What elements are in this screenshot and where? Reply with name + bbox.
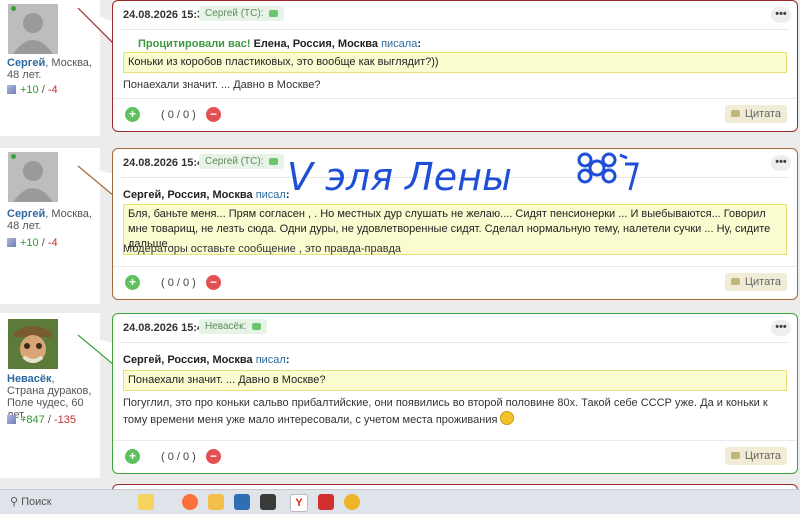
author-tag[interactable]: Сергей (ТС): — [199, 154, 285, 169]
speech-pointer — [77, 165, 115, 198]
karma-plus: +10 — [20, 84, 39, 96]
post-body: Погуглил, это про коньки сальво прибалти… — [123, 397, 768, 426]
vote-up-button[interactable]: + — [125, 107, 140, 122]
mail-icon[interactable] — [234, 494, 250, 510]
divider — [121, 29, 789, 30]
quote-verb: писал — [255, 189, 286, 201]
quote-block: Коньки из коробов пластиковых, это вообщ… — [123, 52, 787, 73]
karma-icon — [7, 415, 16, 424]
post-footer: + ( 0 / 0 ) − Цитата — [113, 440, 797, 473]
search-icon: ⚲ — [10, 496, 22, 508]
quote-button[interactable]: Цитата — [724, 447, 787, 465]
speech-pointer — [77, 334, 115, 367]
quote-verb: писала — [381, 38, 418, 50]
username-block: Сергей, Москва, 48 лет. — [7, 57, 93, 81]
quote-button-label: Цитата — [744, 276, 781, 288]
post-date: 24.08.2026 15:43 — [123, 157, 210, 169]
speech-pointer — [77, 7, 115, 46]
taskbar-search[interactable]: ⚲ Поиск — [4, 492, 124, 512]
divider — [121, 342, 789, 343]
vote-up-button[interactable]: + — [125, 449, 140, 464]
karma-plus: +10 — [20, 237, 39, 249]
quote-icon — [730, 278, 740, 285]
karma: +10 / -4 — [7, 84, 58, 96]
handwriting-overlay: V эля Лены — [287, 152, 639, 199]
author-tag[interactable]: Сергей (ТС): — [199, 6, 285, 21]
karma-icon — [7, 85, 16, 94]
taskbar-search-label: Поиск — [21, 496, 52, 508]
karma-plus: +847 — [20, 414, 45, 426]
author-tag-label: Невасёк: — [205, 321, 247, 332]
vote-down-button[interactable]: − — [206, 275, 221, 290]
post-1: Сергей, Москва, 48 лет. +10 / -4 24.08.2… — [0, 0, 800, 136]
app-icon[interactable] — [260, 494, 276, 510]
smiley-icon — [500, 411, 515, 425]
quote-verb: писал — [255, 354, 286, 366]
firefox-icon[interactable] — [182, 494, 198, 510]
message-icon — [269, 158, 279, 165]
post-date: 24.08.2026 15:45 — [123, 322, 210, 334]
vote-score: ( 0 / 0 ) — [161, 277, 196, 289]
vote-score: ( 0 / 0 ) — [161, 109, 196, 121]
karma-separator: / — [44, 414, 54, 426]
karma: +847 / -135 — [7, 414, 76, 426]
more-options-button[interactable]: ••• — [771, 320, 791, 336]
handwritten-text: V эля Лены — [287, 155, 512, 199]
post-date: 24.08.2026 15:32 — [123, 9, 210, 21]
quote-colon: : — [417, 38, 422, 50]
quote-block: Понаехали значит. ... Давно в Москве? — [123, 370, 787, 391]
author-tag[interactable]: Невасёк: — [199, 319, 268, 334]
karma-separator: / — [38, 237, 48, 249]
post-footer: + ( 0 / 0 ) − Цитата — [113, 266, 797, 299]
post-body: Понаехали значит. ... Давно в Москве? — [123, 79, 321, 91]
taskbar: ⚲ Поиск Y — [0, 489, 800, 514]
quote-button[interactable]: Цитата — [724, 273, 787, 291]
quote-button-label: Цитата — [744, 450, 781, 462]
quote-header: Сергей, Россия, Москва писал: — [123, 189, 290, 201]
quote-button-label: Цитата — [744, 108, 781, 120]
vote-up-button[interactable]: + — [125, 275, 140, 290]
vote-down-button[interactable]: − — [206, 107, 221, 122]
post-body-wrap: Погуглил, это про коньки сальво прибалти… — [123, 396, 787, 428]
more-options-button[interactable]: ••• — [771, 7, 791, 23]
chrome-icon[interactable] — [344, 494, 360, 510]
post-box: 24.08.2026 15:32 Сергей (ТС): ••• Процит… — [112, 0, 798, 132]
karma: +10 / -4 — [7, 237, 58, 249]
karma-separator: / — [38, 84, 48, 96]
quote-author[interactable]: Сергей, Россия, Москва — [123, 354, 253, 366]
author-tag-label: Сергей (ТС): — [205, 8, 264, 19]
vote-down-button[interactable]: − — [206, 449, 221, 464]
karma-icon — [7, 238, 16, 247]
message-icon — [252, 323, 262, 330]
widgets-icon[interactable] — [138, 494, 154, 510]
quote-header: Процитировали вас! Елена, Россия, Москва… — [138, 38, 421, 50]
message-icon — [269, 10, 279, 17]
post-box: 24.08.2026 15:45 Невасёк: ••• Сергей, Ро… — [112, 313, 798, 474]
quoted-you-label: Процитировали вас! — [138, 38, 251, 50]
flower-doodle-icon — [577, 152, 639, 191]
quote-author[interactable]: Елена, Россия, Москва — [254, 38, 378, 50]
quote-header: Сергей, Россия, Москва писал: — [123, 354, 290, 366]
karma-minus: -135 — [53, 414, 76, 426]
yandex-icon[interactable]: Y — [290, 494, 308, 512]
quote-colon: : — [285, 354, 290, 366]
author-tag-label: Сергей (ТС): — [205, 156, 264, 167]
quote-author[interactable]: Сергей, Россия, Москва — [123, 189, 253, 201]
post-body: Модераторы оставьте сообщение , это прав… — [123, 243, 401, 255]
vote-score: ( 0 / 0 ) — [161, 451, 196, 463]
more-options-button[interactable]: ••• — [771, 155, 791, 171]
media-icon[interactable] — [318, 494, 334, 510]
karma-minus: -4 — [47, 84, 58, 96]
post-footer: + ( 0 / 0 ) − Цитата — [113, 98, 797, 131]
post-3: Невасёк, Страна дураков, Поле чудес, 60 … — [0, 313, 800, 478]
quote-button[interactable]: Цитата — [724, 105, 787, 123]
quote-icon — [730, 452, 740, 459]
folder-icon[interactable] — [208, 494, 224, 510]
quote-icon — [730, 110, 740, 117]
karma-minus: -4 — [47, 237, 58, 249]
